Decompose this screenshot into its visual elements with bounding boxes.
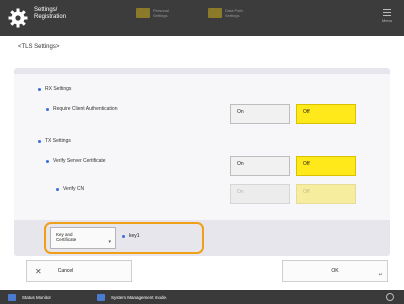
key-value: key1: [122, 233, 140, 239]
cancel-label: Cancel: [57, 268, 74, 274]
menu-button[interactable]: Menu: [376, 6, 398, 30]
verify-server-cert-label: Verify Server Certificate: [46, 158, 106, 164]
require-client-auth-label: Require Client Authentication: [46, 106, 118, 112]
status-bar: Status Monitor System Management mode.: [0, 290, 404, 304]
menu-label: Menu: [381, 18, 392, 23]
chevron-down-icon: ▾: [108, 239, 111, 245]
hamburger-icon: [383, 9, 391, 16]
verify-cn-label: Verify CN: [56, 186, 84, 192]
system-management-icon: [97, 293, 106, 301]
power-icon[interactable]: [386, 293, 394, 301]
status-monitor-button[interactable]: Status Monitor: [8, 293, 52, 301]
app-title-line2: Registration: [34, 14, 67, 20]
app-title-line1: Settings/: [34, 7, 58, 13]
tab1-line2: Settings: [153, 13, 168, 18]
status-monitor-label: Status Monitor: [22, 294, 52, 300]
key-button-line2: Certificate: [56, 237, 77, 242]
tab2-line2: Settings: [225, 13, 240, 18]
page-title: <TLS Settings>: [18, 44, 60, 50]
tx-settings-heading: TX Settings: [38, 138, 71, 144]
close-icon: ✕: [35, 266, 42, 276]
ok-button[interactable]: OK ↵: [282, 260, 388, 282]
system-mode-label: System Management mode.: [111, 294, 168, 300]
app-title: Settings/ Registration: [34, 7, 74, 21]
gear-icon: [8, 8, 28, 28]
folder-icon: [136, 8, 150, 18]
require-client-auth-on-button[interactable]: On: [230, 104, 290, 124]
enter-icon: ↵: [378, 272, 383, 278]
rx-settings-heading: RX Settings: [38, 86, 71, 92]
require-client-auth-off-button[interactable]: Off: [296, 104, 356, 124]
verify-server-cert-off-button[interactable]: Off: [296, 156, 356, 176]
key-and-certificate-button[interactable]: Key and Certificate ▾: [50, 227, 116, 249]
tab-data-path-settings[interactable]: Data Path Settings: [208, 8, 243, 18]
verify-server-cert-on-button[interactable]: On: [230, 156, 290, 176]
status-monitor-icon: [8, 293, 16, 301]
cancel-button[interactable]: ✕ Cancel: [26, 260, 132, 282]
verify-cn-on-button: On: [230, 184, 290, 204]
ok-label: OK: [331, 268, 339, 274]
top-bar: Settings/ Registration Personal Settings…: [0, 0, 404, 36]
system-mode-indicator: System Management mode.: [97, 293, 168, 301]
folder-icon: [208, 8, 222, 18]
verify-cn-off-button: Off: [296, 184, 356, 204]
tab-personal-settings[interactable]: Personal Settings: [136, 8, 169, 18]
